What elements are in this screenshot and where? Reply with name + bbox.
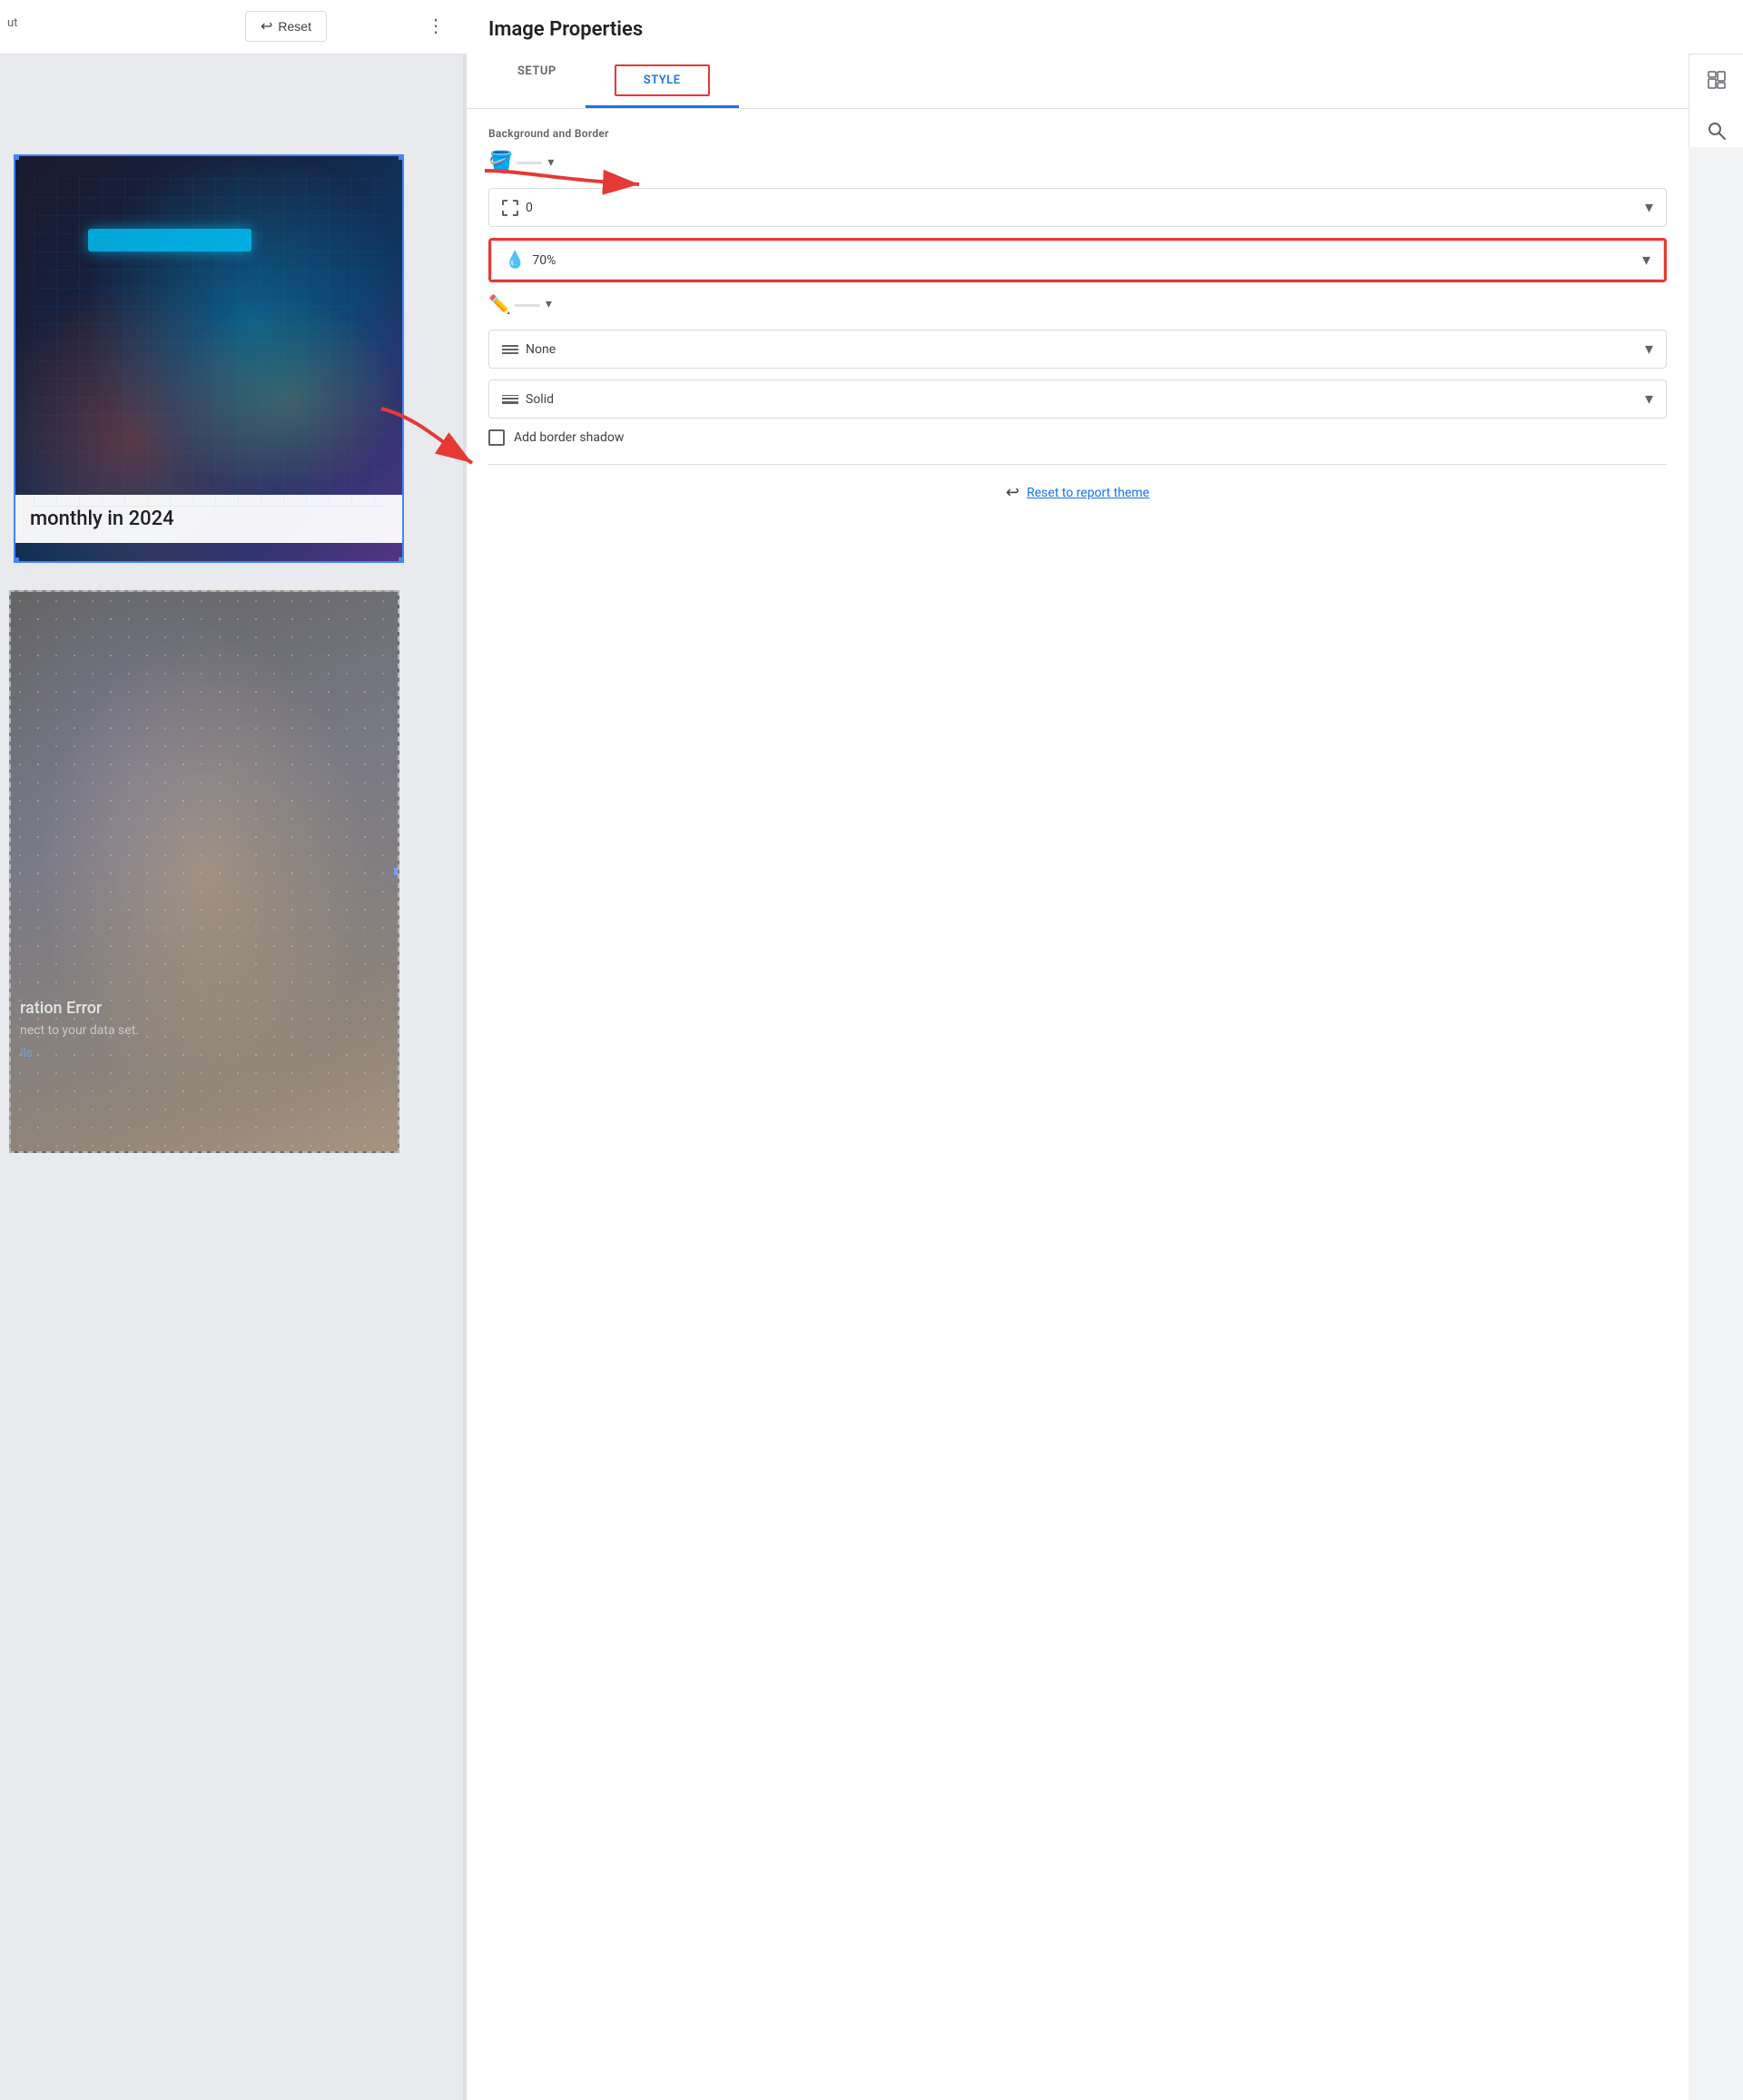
error-link[interactable]: ils xyxy=(20,1046,33,1060)
stroke-color-row: ✏️ ▾ xyxy=(488,293,1667,315)
canvas-image-2[interactable]: ration Error nect to your data set. ils xyxy=(9,590,399,1153)
reset-button[interactable]: ↩ Reset xyxy=(245,11,327,42)
stroke-chevron-icon[interactable]: ▾ xyxy=(546,297,552,311)
panel-tabs: SETUP STYLE xyxy=(488,55,1667,108)
canvas-image-1[interactable]: monthly in 2024 xyxy=(14,154,404,563)
stroke-color-swatch xyxy=(515,304,540,307)
tab-setup[interactable]: SETUP xyxy=(488,55,586,108)
panel-body: Background and Border 🪣 ▾ 0 ▾ 💧 70% ▾ xyxy=(467,109,1689,520)
opacity-icon: 💧 xyxy=(505,251,525,270)
tab-style-box: STYLE xyxy=(615,64,710,96)
fill-color-row: 🪣 ▾ xyxy=(488,151,1667,173)
resize-handle-mid-right[interactable] xyxy=(394,868,399,875)
canvas-image-1-blue-bar xyxy=(88,229,251,251)
right-sidebar xyxy=(1689,54,1743,147)
error-title: ration Error xyxy=(20,999,389,1018)
fill-color-button[interactable]: 🪣 xyxy=(488,151,542,173)
border-weight-icon xyxy=(502,395,518,404)
border-radius-value: 0 xyxy=(526,201,1638,215)
search-icon-svg xyxy=(1707,121,1727,141)
border-radius-dropdown[interactable]: 0 ▾ xyxy=(488,188,1667,227)
reset-theme-row: ↩ Reset to report theme xyxy=(488,483,1667,502)
shadow-row: Add border shadow xyxy=(488,429,1667,446)
border-radius-chevron: ▾ xyxy=(1645,198,1653,217)
opacity-dropdown[interactable]: 💧 70% ▾ xyxy=(491,241,1664,280)
fill-bucket-icon: 🪣 xyxy=(488,151,513,173)
canvas-area: monthly in 2024 ration Error nect to you… xyxy=(0,54,463,2100)
reset-theme-icon: ↩ xyxy=(1006,483,1019,502)
resize-handle-bl[interactable] xyxy=(14,557,19,563)
fill-chevron-icon[interactable]: ▾ xyxy=(547,155,554,170)
background-border-label: Background and Border xyxy=(488,127,1667,140)
border-style-value: None xyxy=(526,342,1638,357)
border-style-chevron: ▾ xyxy=(1645,340,1653,359)
panel-title: Image Properties xyxy=(488,18,1667,41)
app-title: ut xyxy=(7,16,17,30)
tab-style[interactable]: STYLE xyxy=(586,55,739,108)
border-weight-chevron: ▾ xyxy=(1645,389,1653,409)
shadow-label: Add border shadow xyxy=(514,430,624,445)
opacity-chevron: ▾ xyxy=(1642,251,1650,270)
reset-undo-icon: ↩ xyxy=(261,17,272,35)
canvas-image-1-text: monthly in 2024 xyxy=(15,495,402,543)
border-style-icon xyxy=(502,345,518,354)
shadow-checkbox[interactable] xyxy=(488,429,505,446)
search-sidebar-icon[interactable] xyxy=(1700,114,1733,147)
border-weight-value: Solid xyxy=(526,392,1638,407)
section-separator xyxy=(488,464,1667,465)
border-radius-icon xyxy=(502,200,518,216)
resize-handle-br[interactable] xyxy=(399,557,404,563)
reset-theme-link[interactable]: Reset to report theme xyxy=(1027,486,1149,500)
fill-color-swatch xyxy=(517,162,542,164)
resize-handle-tr[interactable] xyxy=(399,154,404,160)
border-style-dropdown[interactable]: None ▾ xyxy=(488,330,1667,369)
data-icon-svg xyxy=(1707,70,1727,90)
opacity-dropdown-wrapper: 💧 70% ▾ xyxy=(488,238,1667,282)
opacity-value: 70% xyxy=(532,253,1635,268)
more-options-icon[interactable]: ⋮ xyxy=(427,15,445,36)
resize-handle-tl[interactable] xyxy=(14,154,19,160)
border-weight-dropdown[interactable]: Solid ▾ xyxy=(488,380,1667,419)
stroke-color-button[interactable]: ✏️ xyxy=(488,293,540,315)
error-desc: nect to your data set. xyxy=(20,1023,389,1038)
image-properties-panel: Image Properties SETUP STYLE Background … xyxy=(467,0,1689,2100)
reset-label: Reset xyxy=(278,19,311,34)
pen-icon: ✏️ xyxy=(488,293,511,315)
canvas-image-2-error: ration Error nect to your data set. ils xyxy=(20,999,389,1060)
data-panel-icon[interactable] xyxy=(1700,64,1733,96)
panel-header: Image Properties SETUP STYLE xyxy=(467,0,1689,109)
